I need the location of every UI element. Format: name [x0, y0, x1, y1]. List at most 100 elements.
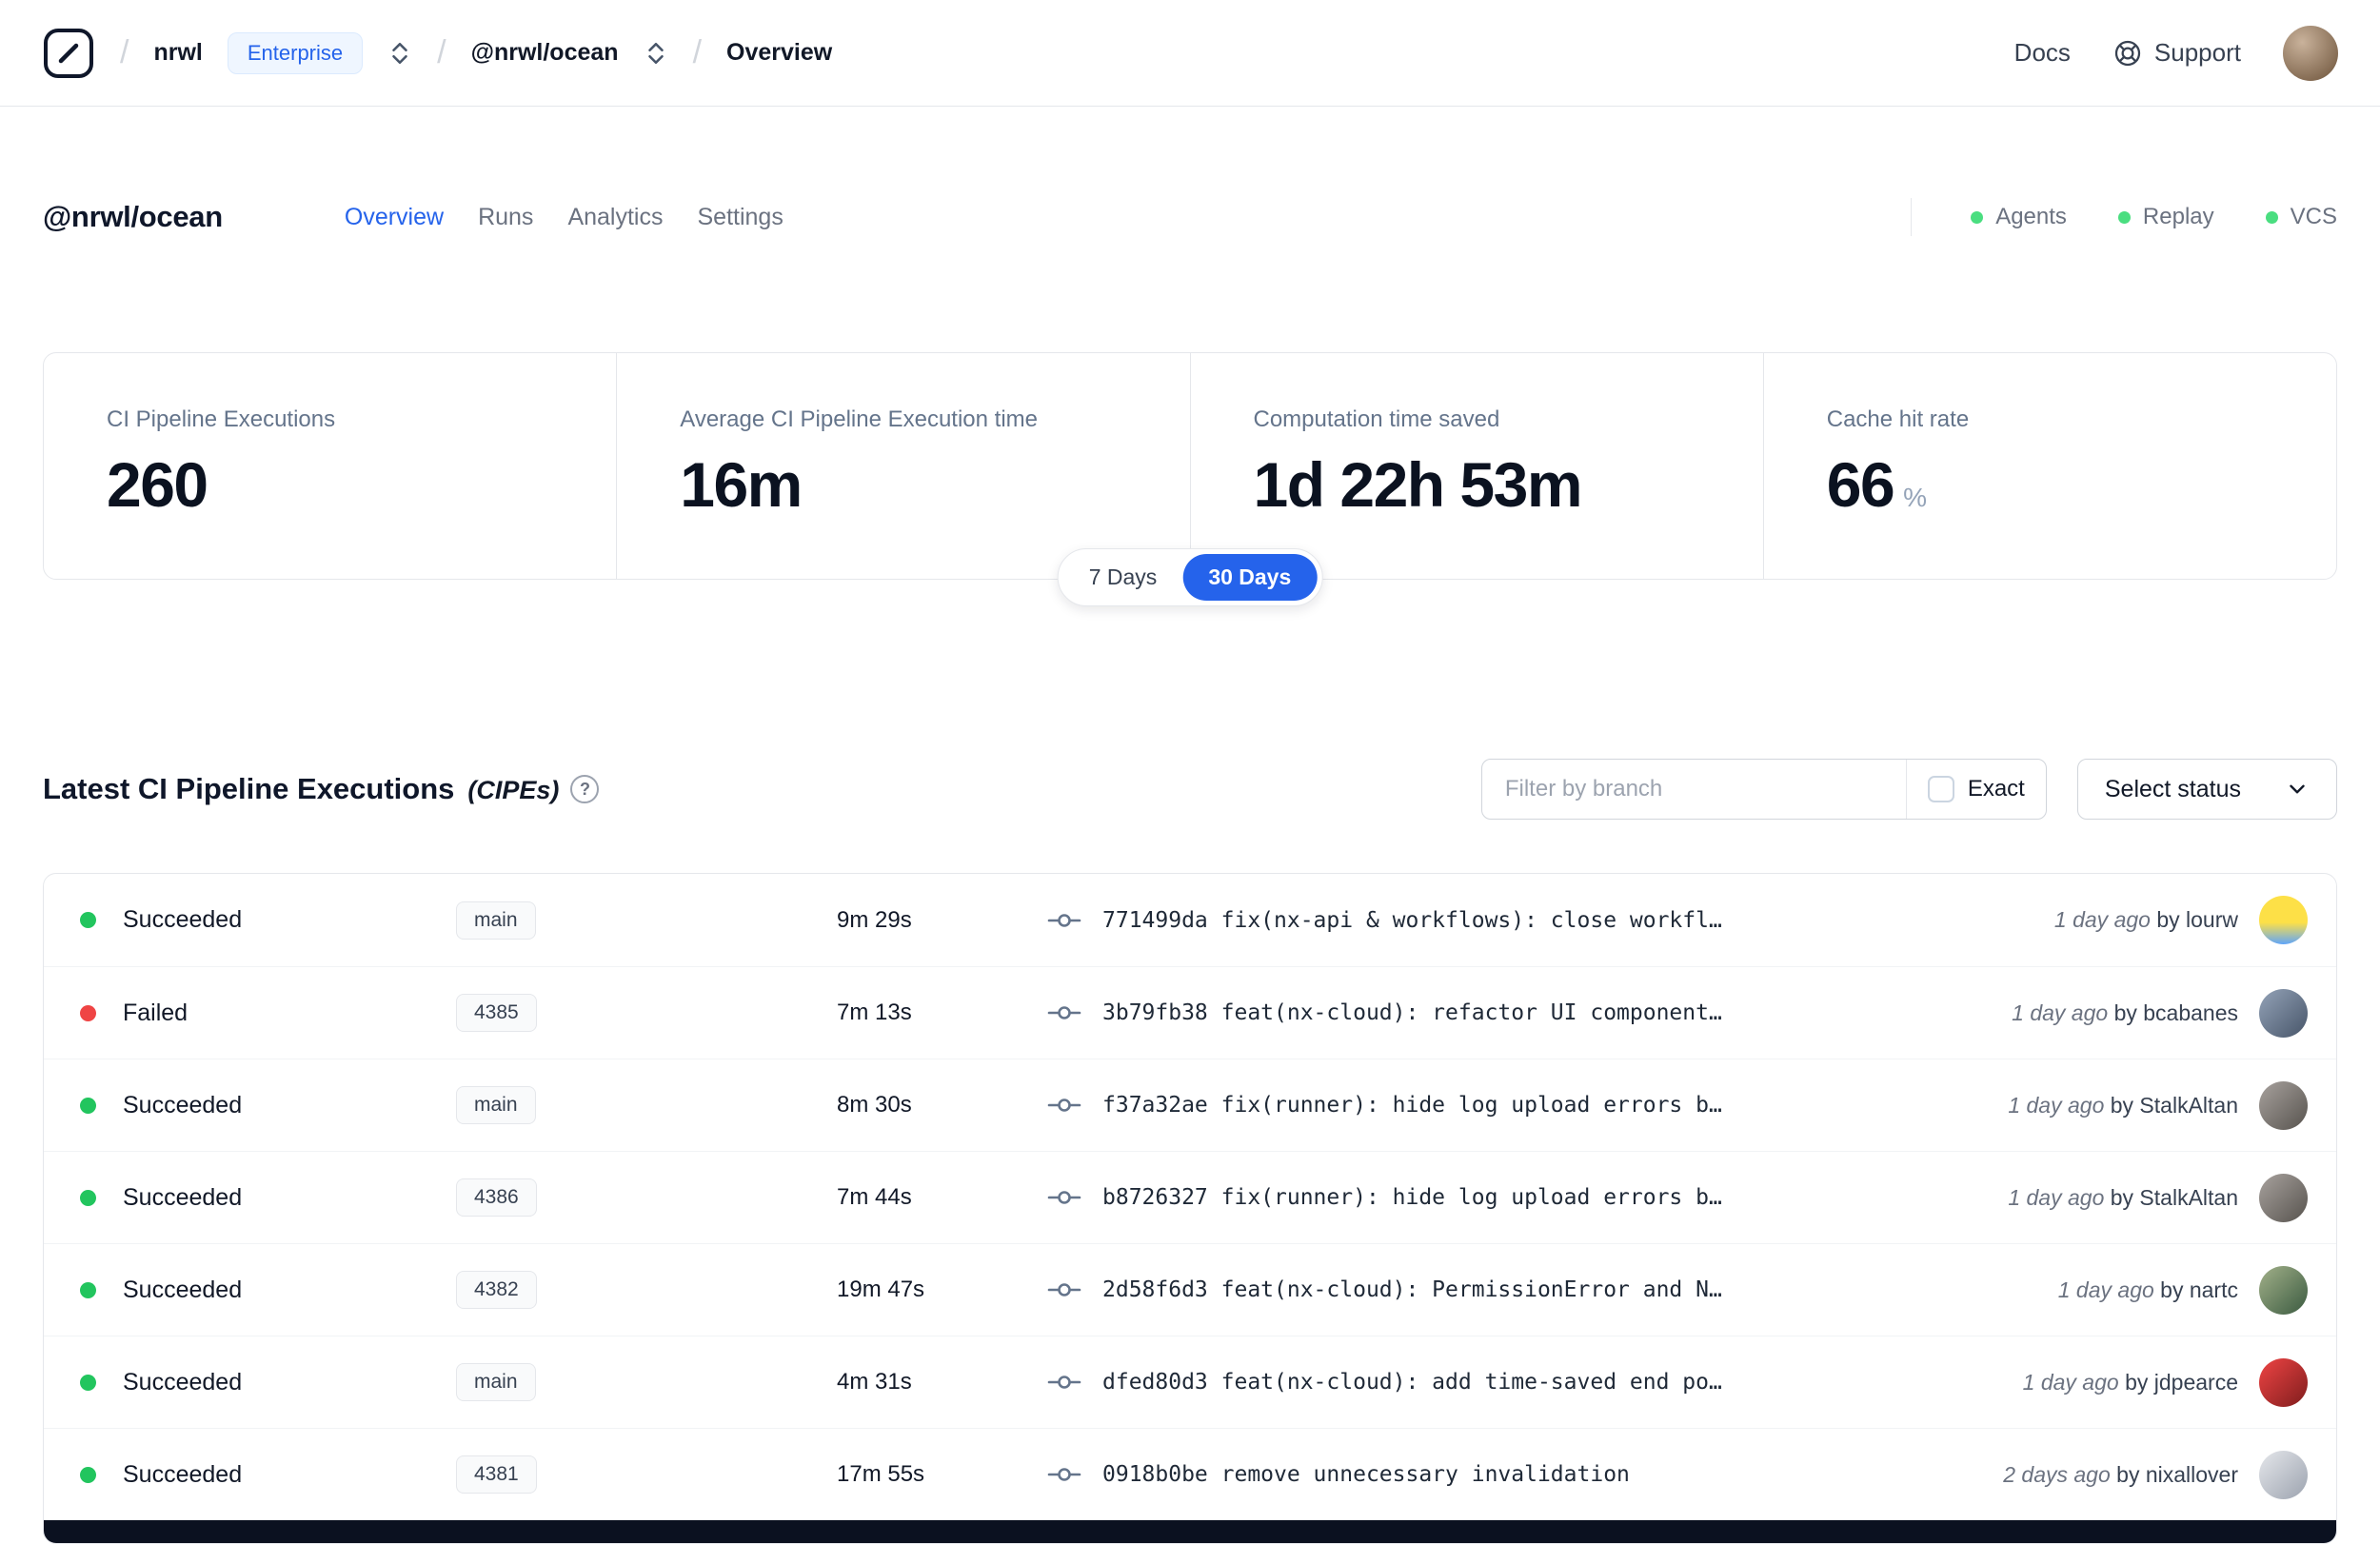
support-label: Support	[2153, 38, 2241, 67]
duration: 8m 30s	[837, 1092, 912, 1118]
avatar	[2259, 1357, 2308, 1407]
status-dot	[80, 1374, 96, 1391]
commit-message: 0918b0be remove unnecessary invalidation	[1102, 1462, 1630, 1487]
time-ago: 2 days ago	[2003, 1461, 2111, 1487]
org-switcher-chevrons-icon[interactable]	[387, 38, 412, 69]
time-author: 1 day ago by jdpearce	[2023, 1370, 2238, 1396]
commit-message: 771499da fix(nx-api & workflows): close …	[1102, 907, 1722, 933]
avatar	[2259, 1450, 2308, 1499]
stat-label: Computation time saved	[1253, 406, 1500, 432]
stat-value-number: 66	[1826, 449, 1895, 520]
table-row[interactable]: Succeeded 4386 7m 44s b8726327 fix(runne…	[44, 1151, 2336, 1243]
table-row[interactable]: Succeeded main 9m 29s 771499da fix(nx-ap…	[44, 874, 2336, 966]
stat-card-time-saved: Computation time saved 1d 22h 53m	[1189, 353, 1763, 579]
indicator-vcs[interactable]: VCS	[2265, 204, 2337, 230]
branch-badge: main	[456, 1363, 536, 1401]
cipes-title-group: Latest CI Pipeline Executions (CIPEs)	[43, 772, 559, 806]
status-indicators: Agents Replay VCS	[1971, 204, 2337, 230]
branch-cell: 4382	[456, 1271, 837, 1309]
time-author: 1 day ago by StalkAltan	[2008, 1185, 2238, 1211]
main-content: @nrwl/ocean Overview Runs Analytics Sett…	[0, 198, 2380, 1544]
table-row[interactable]: Failed 4385 7m 13s 3b79fb38 feat(nx-clou…	[44, 966, 2336, 1059]
branch-cell: main	[456, 1363, 837, 1401]
branch-badge: 4385	[456, 994, 537, 1032]
green-dot-icon	[1971, 210, 1984, 224]
status-label: Succeeded	[123, 906, 243, 933]
stat-value-suffix: %	[1903, 483, 1928, 512]
date-range-toggle: 7 Days 30 Days	[1057, 548, 1323, 606]
breadcrumb-separator: /	[692, 34, 703, 70]
workspace-switcher-chevrons-icon[interactable]	[644, 38, 668, 69]
lifebuoy-icon	[2114, 40, 2141, 66]
branch-filter-input[interactable]	[1481, 776, 1906, 802]
tab-runs[interactable]: Runs	[478, 204, 533, 231]
commit-cell: f37a32ae fix(runner): hide log upload er…	[1047, 1093, 1989, 1118]
row-meta: 1 day ago by jdpearce	[2004, 1357, 2308, 1407]
stat-card-cache-hit-rate: Cache hit rate 66%	[1762, 353, 2336, 579]
docs-link[interactable]: Docs	[2014, 38, 2071, 68]
tab-settings[interactable]: Settings	[697, 204, 783, 231]
author: by jdpearce	[2125, 1369, 2238, 1395]
support-link[interactable]: Support	[2112, 38, 2241, 69]
avatar	[2259, 1173, 2308, 1222]
table-row[interactable]: Succeeded 4381 17m 55s 0918b0be remove u…	[44, 1428, 2336, 1520]
status-dot	[80, 912, 96, 928]
row-meta: 1 day ago by StalkAltan	[1989, 1173, 2308, 1222]
author: by nartc	[2160, 1277, 2238, 1302]
help-icon[interactable]: ?	[570, 775, 600, 803]
commit-cell: b8726327 fix(runner): hide log upload er…	[1047, 1185, 1989, 1210]
indicator-replay[interactable]: Replay	[2117, 204, 2214, 230]
stat-value: 1d 22h 53m	[1253, 449, 1583, 520]
git-commit-icon	[1047, 1468, 1081, 1481]
stat-value: 66%	[1827, 448, 2317, 521]
enterprise-badge: Enterprise	[227, 31, 364, 74]
author: by lourw	[2156, 907, 2238, 932]
table-row[interactable]: Succeeded main 8m 30s f37a32ae fix(runne…	[44, 1059, 2336, 1151]
commit-message: b8726327 fix(runner): hide log upload er…	[1102, 1185, 1722, 1210]
table-row[interactable]: Succeeded 4382 19m 47s 2d58f6d3 feat(nx-…	[44, 1243, 2336, 1336]
stat-card-ci-executions: CI Pipeline Executions 260	[44, 353, 616, 579]
tab-overview[interactable]: Overview	[345, 204, 444, 231]
commit-cell: dfed80d3 feat(nx-cloud): add time-saved …	[1047, 1370, 2004, 1395]
status-label: Succeeded	[123, 1183, 243, 1211]
tab-analytics[interactable]: Analytics	[567, 204, 663, 231]
nx-logo[interactable]	[42, 27, 95, 80]
branch-badge: main	[456, 1086, 536, 1124]
time-ago: 1 day ago	[2057, 1277, 2154, 1302]
author: by StalkAltan	[2110, 1092, 2238, 1118]
stat-label: Average CI Pipeline Execution time	[680, 406, 1039, 432]
status-dot	[80, 1097, 96, 1114]
avatar	[2259, 1080, 2308, 1130]
duration: 17m 55s	[837, 1461, 925, 1487]
stat-card-avg-time: Average CI Pipeline Execution time 16m	[616, 353, 1189, 579]
git-commit-icon	[1047, 1006, 1081, 1019]
row-meta: 1 day ago by bcabanes	[1993, 988, 2308, 1038]
indicator-label: VCS	[2290, 204, 2337, 229]
time-author: 1 day ago by lourw	[2054, 907, 2238, 933]
branch-badge: 4381	[456, 1455, 537, 1494]
table-row[interactable]: Succeeded main 4m 31s dfed80d3 feat(nx-c…	[44, 1336, 2336, 1428]
vertical-divider	[1911, 198, 1913, 236]
branch-cell: 4381	[456, 1455, 837, 1494]
time-author: 1 day ago by bcabanes	[2012, 1000, 2238, 1026]
cipes-title: Latest CI Pipeline Executions	[43, 772, 455, 805]
git-commit-icon	[1047, 1283, 1081, 1297]
breadcrumb: / nrwl Enterprise / @nrwl/ocean / Overvi…	[42, 27, 832, 80]
user-avatar[interactable]	[2283, 25, 2338, 81]
workspace-tabs: Overview Runs Analytics Settings	[345, 204, 783, 231]
branch-cell: 4386	[456, 1178, 837, 1217]
commit-message: dfed80d3 feat(nx-cloud): add time-saved …	[1102, 1370, 1722, 1395]
breadcrumb-org[interactable]: nrwl	[153, 39, 202, 67]
breadcrumb-workspace[interactable]: @nrwl/ocean	[471, 39, 619, 67]
chevron-down-icon	[2290, 784, 2305, 794]
time-ago: 1 day ago	[2022, 1369, 2119, 1395]
branch-cell: main	[456, 1086, 837, 1124]
duration: 7m 13s	[837, 1000, 912, 1025]
commit-cell: 0918b0be remove unnecessary invalidation	[1047, 1462, 1984, 1487]
exact-checkbox[interactable]	[1927, 776, 1954, 802]
indicator-agents[interactable]: Agents	[1971, 204, 2067, 230]
select-status-button[interactable]: Select status	[2076, 759, 2337, 820]
range-30-days-button[interactable]: 30 Days	[1182, 554, 1318, 601]
top-navbar: / nrwl Enterprise / @nrwl/ocean / Overvi…	[0, 0, 2380, 107]
range-7-days-button[interactable]: 7 Days	[1063, 554, 1183, 601]
